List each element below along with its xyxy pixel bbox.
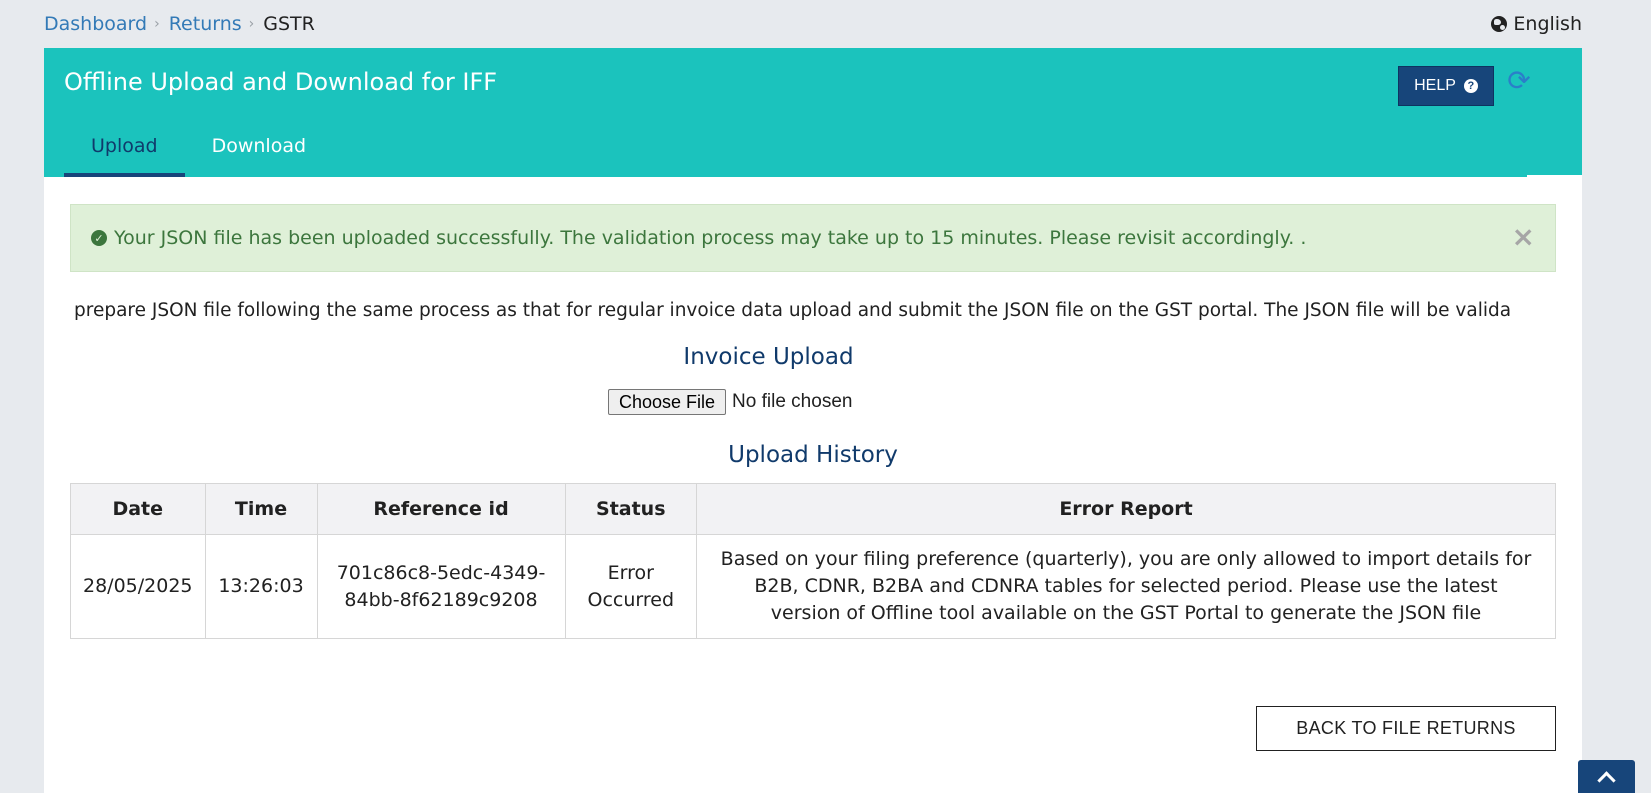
column-header-date: Date [70,483,206,535]
file-input: Choose File No file chosen [608,389,852,415]
tab-download[interactable]: Download [185,135,333,177]
close-icon[interactable]: × [1512,223,1535,251]
breadcrumb-dashboard[interactable]: Dashboard [44,13,147,35]
breadcrumb-returns[interactable]: Returns [169,13,242,35]
table-header-row: Date Time Reference id Status Error Repo… [70,483,1556,535]
info-text: prepare JSON file following the same pro… [74,300,1512,321]
file-status: No file chosen [732,391,853,412]
breadcrumb-current: GSTR [263,13,315,35]
back-to-file-returns-button[interactable]: BACK TO FILE RETURNS [1256,706,1556,751]
main-card: Offline Upload and Download for IFF HELP… [44,48,1582,793]
cell-reference-id: 701c86c8-5edc-4349-84bb-8f62189c9208 [316,534,566,639]
table-row: 28/05/2025 13:26:03 701c86c8-5edc-4349-8… [70,534,1556,639]
chevron-right-icon: › [248,16,255,32]
cell-time: 13:26:03 [204,534,318,639]
column-header-status: Status [564,483,698,535]
refresh-icon[interactable]: ⟳ [1506,67,1532,95]
language-selector[interactable]: English [1491,13,1582,35]
check-circle-icon: ✓ [91,230,107,246]
invoice-upload-heading: Invoice Upload [683,344,854,370]
breadcrumb: Dashboard › Returns › GSTR [44,13,315,35]
tab-bar: Upload Download [64,135,333,177]
page-header: Offline Upload and Download for IFF HELP… [44,48,1582,177]
cell-date: 28/05/2025 [70,534,206,639]
column-header-error-report: Error Report [696,483,1556,535]
cell-status: Error Occurred [564,534,698,639]
top-bar: Dashboard › Returns › GSTR English [44,0,1582,48]
tab-upload[interactable]: Upload [64,135,185,177]
choose-file-button[interactable]: Choose File [608,389,727,415]
cell-error-report: Based on your filing preference (quarter… [696,534,1556,639]
question-circle-icon: ? [1463,79,1478,93]
page-title: Offline Upload and Download for IFF [64,68,498,96]
chevron-right-icon: › [154,16,160,32]
upload-history-table: Date Time Reference id Status Error Repo… [70,483,1556,639]
header-divider [1527,175,1582,177]
language-label: English [1513,13,1582,35]
column-header-reference-id: Reference id [316,483,566,535]
alert-message: Your JSON file has been uploaded success… [114,227,1307,249]
column-header-time: Time [204,483,318,535]
help-label: HELP [1414,77,1456,94]
scroll-to-top-button[interactable] [1578,760,1635,793]
upload-history-heading: Upload History [728,442,898,468]
chevron-up-icon [1597,771,1616,790]
success-alert: ✓ Your JSON file has been uploaded succe… [70,204,1556,272]
globe-icon [1491,16,1508,32]
help-button[interactable]: HELP ? [1398,66,1494,106]
